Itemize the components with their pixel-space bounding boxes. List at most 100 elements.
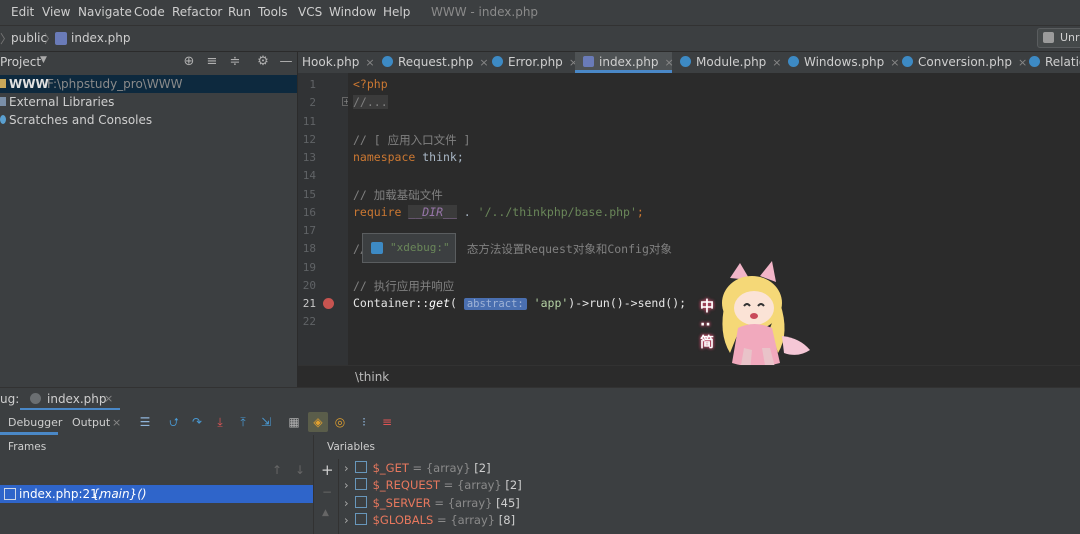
run-to-cursor-icon[interactable]: ⇲ (259, 415, 273, 429)
tooltip-text: "xdebug:" (390, 241, 450, 254)
tab-output[interactable]: Output × (62, 410, 126, 435)
layout-icon[interactable]: ☰ (138, 415, 152, 429)
arrow-down-icon[interactable]: ↓ (295, 463, 305, 477)
variable-icon (371, 242, 383, 254)
variable-row-request[interactable]: › $_REQUEST = {array} [2] (344, 478, 522, 495)
code-line-2-folded[interactable]: //... (353, 95, 388, 109)
line-number-current: 21 (302, 297, 316, 310)
add-watch-icon[interactable]: + (321, 461, 334, 479)
tab-module-php[interactable]: Module.php × (676, 52, 786, 73)
tree-item-www[interactable]: WWW F:\phpstudy_pro\WWW (0, 75, 297, 93)
tab-relation[interactable]: Relation (1025, 52, 1080, 73)
gear-icon[interactable]: ⚙ (256, 55, 270, 69)
line-number: 15 (302, 188, 316, 201)
watch-toggle-button[interactable]: ◈ (308, 412, 328, 432)
menu-edit[interactable]: Edit (11, 5, 34, 19)
breakpoint-icon[interactable] (323, 298, 334, 309)
sticker-text: 中 ·· 简 (700, 299, 714, 351)
expand-arrow-icon[interactable]: › (344, 478, 349, 492)
expand-arrow-icon[interactable]: › (344, 513, 349, 527)
menu-tools[interactable]: Tools (258, 5, 288, 19)
menu-vcs[interactable]: VCS (298, 5, 322, 19)
tab-hook-php[interactable]: Hook.php × (298, 52, 379, 73)
close-icon[interactable]: × (664, 56, 673, 69)
step-over-icon[interactable]: ↷ (190, 415, 204, 429)
menu-navigate[interactable]: Navigate (78, 5, 132, 19)
navigation-bar: 〉 public 〉 index.php Unr (0, 26, 1080, 52)
tab-conversion-php[interactable]: Conversion.php × (898, 52, 1031, 73)
locate-icon[interactable]: ⊕ (182, 55, 196, 69)
view-breakpoints-icon[interactable]: ≡ (380, 415, 394, 429)
tab-label: Conversion.php (918, 55, 1012, 69)
remove-watch-icon[interactable]: − (322, 485, 332, 499)
close-icon[interactable]: × (365, 56, 374, 69)
line-number: 17 (302, 224, 316, 237)
step-out-icon[interactable]: ⤒ (236, 415, 250, 429)
variable-row-get[interactable]: › $_GET = {array} [2] (344, 461, 491, 478)
array-icon (354, 478, 367, 490)
menu-window[interactable]: Window (329, 5, 376, 19)
breadcrumb-index-php[interactable]: index.php (71, 31, 130, 45)
close-icon[interactable]: × (772, 56, 781, 69)
menu-help[interactable]: Help (383, 5, 410, 19)
list-icon[interactable]: ⁝ (357, 415, 371, 429)
editor-breadcrumb-bar: \think (298, 365, 1080, 388)
close-icon[interactable]: × (104, 392, 113, 405)
menu-view[interactable]: View (42, 5, 70, 19)
tab-request-php[interactable]: Request.php × (378, 52, 493, 73)
tree-item-path: F:\phpstudy_pro\WWW (47, 77, 183, 91)
minimize-icon[interactable]: — (279, 55, 293, 69)
menu-refactor[interactable]: Refactor (172, 5, 222, 19)
menu-code[interactable]: Code (134, 5, 165, 19)
project-tree: WWW F:\phpstudy_pro\WWW External Librari… (0, 73, 297, 387)
scratches-icon (0, 115, 6, 124)
library-icon (0, 97, 6, 106)
variable-row-server[interactable]: › $_SERVER = {array} [45] (344, 496, 520, 513)
tab-debugger[interactable]: Debugger (0, 410, 62, 435)
trait-icon (902, 56, 913, 67)
breadcrumb-public[interactable]: public (11, 31, 47, 45)
tree-item-label: WWW (9, 77, 49, 91)
editor-breadcrumb[interactable]: \think (355, 370, 389, 384)
divider (338, 459, 339, 534)
line-number: 19 (302, 261, 316, 274)
expand-all-icon[interactable]: ≑ (228, 55, 242, 69)
code-line-20: // 执行应用并响应 (353, 279, 455, 293)
project-view-selector[interactable]: Project (0, 55, 41, 69)
window-title: WWW - index.php (431, 5, 539, 19)
frame-icon (4, 488, 16, 500)
frame-location: index.php:21, (19, 487, 102, 501)
run-configuration-button[interactable]: Unr (1037, 28, 1080, 48)
tab-index-php[interactable]: index.php × (575, 52, 674, 73)
close-icon[interactable]: × (112, 416, 121, 429)
expand-arrow-icon[interactable]: › (344, 461, 349, 475)
collapse-all-icon[interactable]: ≡ (205, 55, 219, 69)
tab-error-php[interactable]: Error.php × (488, 52, 582, 73)
trait-icon (1029, 56, 1040, 67)
step-into-icon[interactable]: ⤓ (213, 415, 227, 429)
frames-title: Frames (8, 441, 47, 453)
class-icon (788, 56, 799, 67)
debug-session-tab[interactable]: index.php × (20, 388, 120, 411)
code-line-1: <?php (353, 77, 388, 91)
array-icon (354, 461, 367, 473)
menu-run[interactable]: Run (228, 5, 251, 19)
move-up-icon[interactable]: ▲ (322, 508, 329, 518)
dropdown-arrow-icon[interactable]: ▼ (40, 55, 47, 65)
arrow-up-icon[interactable]: ↑ (272, 463, 282, 477)
line-number: 14 (302, 169, 316, 182)
variable-row-globals[interactable]: › $GLOBALS = {array} [8] (344, 513, 515, 530)
anime-sticker-image: 中 ·· 简 (700, 258, 820, 378)
frame-row-selected[interactable]: index.php:21, {main}() (0, 485, 313, 503)
tab-windows-php[interactable]: Windows.php × (784, 52, 903, 73)
variables-title: Variables (327, 441, 375, 453)
array-icon (354, 496, 367, 508)
evaluate-expression-icon[interactable]: ▦ (287, 415, 301, 429)
mute-breakpoints-icon[interactable]: ◎ (333, 415, 347, 429)
debug-label: ug: (0, 392, 20, 406)
debug-session-icon (30, 393, 41, 404)
tab-label: Request.php (398, 55, 474, 69)
show-execution-point-icon[interactable]: ⮍ (167, 415, 181, 429)
expand-arrow-icon[interactable]: › (344, 496, 349, 510)
class-icon (382, 56, 393, 67)
